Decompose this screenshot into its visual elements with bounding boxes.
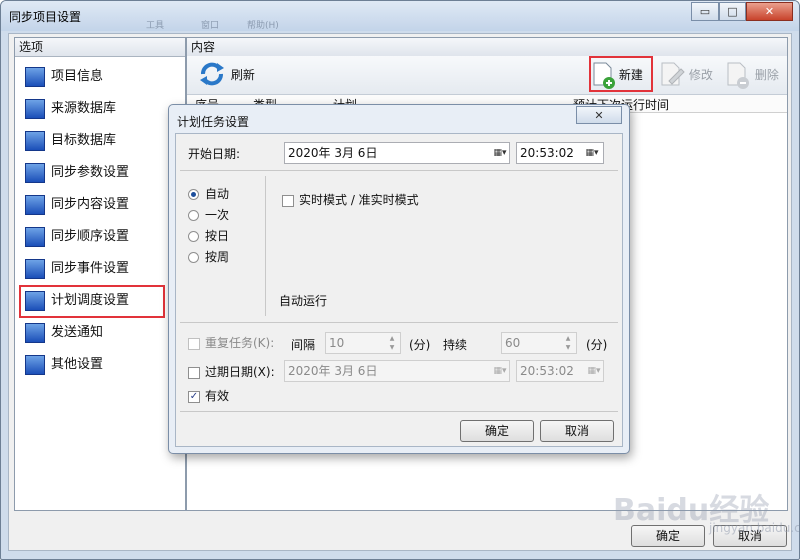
divider bbox=[265, 176, 266, 316]
settings-page-icon bbox=[25, 163, 45, 183]
expire-date-value: 2020年 3月 6日 bbox=[288, 364, 378, 378]
dialog-title: 计划任务设置 bbox=[177, 115, 250, 129]
expire-time-picker[interactable]: 20:53:02 ▦▾ bbox=[516, 360, 604, 382]
checkbox-icon bbox=[188, 337, 200, 350]
dialog-ok-button[interactable]: 确定 bbox=[460, 420, 534, 442]
ghost-menu-help: 帮助(H) bbox=[247, 21, 279, 31]
nav-item-project-info[interactable]: 项目信息 bbox=[21, 65, 103, 89]
mode-once-radio[interactable]: 一次 bbox=[188, 206, 229, 223]
delete-icon bbox=[727, 62, 749, 89]
mode-daily-radio[interactable]: 按日 bbox=[188, 227, 229, 244]
settings-page-icon bbox=[25, 131, 45, 151]
expire-checkbox[interactable]: 过期日期(X): bbox=[188, 363, 275, 380]
watermark-url: jingyan.baidu.com bbox=[709, 521, 799, 535]
toolbar: 刷新 新建 修改 删除 bbox=[187, 56, 787, 95]
settings-page-icon bbox=[25, 195, 45, 215]
nav-item-other[interactable]: 其他设置 bbox=[21, 353, 103, 377]
title-bar[interactable]: 同步项目设置 工具 窗口 帮助(H) ▭ □ ✕ bbox=[1, 1, 799, 31]
ghost-menu-tools: 工具 bbox=[146, 21, 165, 31]
interval-input[interactable]: 10 ▲ ▼ bbox=[325, 332, 401, 354]
mode-auto-radio[interactable]: 自动 bbox=[188, 185, 229, 202]
edit-icon bbox=[661, 62, 685, 85]
options-header: 选项 bbox=[15, 38, 185, 57]
close-icon: ✕ bbox=[764, 5, 775, 18]
start-time-picker[interactable]: 20:53:02 ▦▾ bbox=[516, 142, 604, 164]
realtime-checkbox[interactable]: 实时模式 / 准实时模式 bbox=[282, 191, 419, 208]
checkbox-icon bbox=[282, 194, 294, 207]
dialog-body: 开始日期: 2020年 3月 6日 ▦▾ 20:53:02 ▦▾ 自动 一次 按… bbox=[175, 133, 623, 447]
settings-page-icon bbox=[25, 355, 45, 375]
delete-label: 删除 bbox=[754, 68, 779, 82]
divider bbox=[180, 170, 618, 171]
nav-item-sync-order[interactable]: 同步顺序设置 bbox=[21, 225, 129, 249]
duration-value: 60 bbox=[505, 336, 521, 350]
spinner-icon: ▲ ▼ bbox=[565, 335, 571, 351]
time-dropdown-icon: ▦▾ bbox=[585, 148, 599, 158]
refresh-icon bbox=[200, 62, 224, 85]
auto-run-label: 自动运行 bbox=[279, 294, 328, 308]
nav-item-target-db[interactable]: 目标数据库 bbox=[21, 129, 116, 153]
start-date-value: 2020年 3月 6日 bbox=[288, 146, 378, 160]
radio-icon bbox=[188, 210, 199, 221]
interval-value: 10 bbox=[329, 336, 345, 350]
spinner-icon: ▲ ▼ bbox=[389, 335, 395, 351]
start-date-label: 开始日期: bbox=[188, 147, 241, 161]
duration-unit: (分) bbox=[586, 338, 608, 352]
calendar-dropdown-icon: ▦▾ bbox=[493, 148, 507, 158]
nav-item-sync-content[interactable]: 同步内容设置 bbox=[21, 193, 129, 217]
interval-label: 间隔 bbox=[291, 338, 316, 352]
checkbox-icon bbox=[188, 366, 200, 379]
divider bbox=[180, 322, 618, 323]
radio-icon bbox=[188, 252, 199, 263]
nav-item-sync-params[interactable]: 同步参数设置 bbox=[21, 161, 129, 185]
start-time-value: 20:53:02 bbox=[520, 146, 574, 160]
minimize-icon: ▭ bbox=[699, 5, 711, 18]
refresh-button[interactable]: 刷新 bbox=[197, 62, 255, 88]
valid-checkbox[interactable]: ✓ 有效 bbox=[188, 387, 229, 404]
settings-page-icon bbox=[25, 67, 45, 87]
duration-input[interactable]: 60 ▲ ▼ bbox=[501, 332, 577, 354]
expire-date-picker[interactable]: 2020年 3月 6日 ▦▾ bbox=[284, 360, 510, 382]
time-dropdown-icon: ▦▾ bbox=[587, 366, 601, 376]
settings-page-icon bbox=[25, 259, 45, 279]
nav-item-sync-events[interactable]: 同步事件设置 bbox=[21, 257, 129, 281]
settings-page-icon bbox=[25, 227, 45, 247]
highlight-new-button bbox=[589, 56, 653, 92]
calendar-dropdown-icon: ▦▾ bbox=[493, 366, 507, 376]
maximize-icon: □ bbox=[727, 5, 738, 18]
maximize-button[interactable]: □ bbox=[719, 2, 746, 21]
minimize-button[interactable]: ▭ bbox=[691, 2, 719, 21]
dialog-cancel-button[interactable]: 取消 bbox=[540, 420, 614, 442]
window-title: 同步项目设置 bbox=[9, 10, 82, 24]
ghost-menu-window: 窗口 bbox=[201, 21, 220, 31]
close-button[interactable]: ✕ bbox=[746, 2, 793, 21]
repeat-checkbox[interactable]: 重复任务(K): bbox=[188, 334, 274, 351]
nav-item-source-db[interactable]: 来源数据库 bbox=[21, 97, 116, 121]
nav-item-notify[interactable]: 发送通知 bbox=[21, 321, 103, 345]
edit-label: 修改 bbox=[688, 68, 713, 82]
expire-time-value: 20:53:02 bbox=[520, 364, 574, 378]
interval-unit: (分) bbox=[409, 338, 431, 352]
edit-button[interactable]: 修改 bbox=[659, 62, 713, 88]
mode-weekly-radio[interactable]: 按周 bbox=[188, 248, 229, 265]
radio-icon bbox=[188, 231, 199, 242]
dialog-close-button[interactable]: ✕ bbox=[576, 106, 622, 124]
settings-page-icon bbox=[25, 323, 45, 343]
close-icon: ✕ bbox=[594, 109, 604, 122]
content-header: 内容 bbox=[187, 38, 787, 57]
start-date-picker[interactable]: 2020年 3月 6日 ▦▾ bbox=[284, 142, 510, 164]
duration-label: 持续 bbox=[443, 338, 468, 352]
delete-button[interactable]: 删除 bbox=[725, 62, 779, 89]
refresh-label: 刷新 bbox=[230, 68, 255, 82]
radio-selected-icon bbox=[188, 189, 199, 200]
divider bbox=[180, 411, 618, 412]
checkmark-icon: ✓ bbox=[188, 390, 200, 403]
options-pane: 选项 项目信息 来源数据库 目标数据库 同步参数设置 同步内容设置 同步顺序设置… bbox=[14, 37, 186, 511]
schedule-dialog: 计划任务设置 ✕ 开始日期: 2020年 3月 6日 ▦▾ 20:53:02 ▦… bbox=[168, 104, 630, 454]
highlight-schedule bbox=[19, 285, 165, 318]
settings-page-icon bbox=[25, 99, 45, 119]
